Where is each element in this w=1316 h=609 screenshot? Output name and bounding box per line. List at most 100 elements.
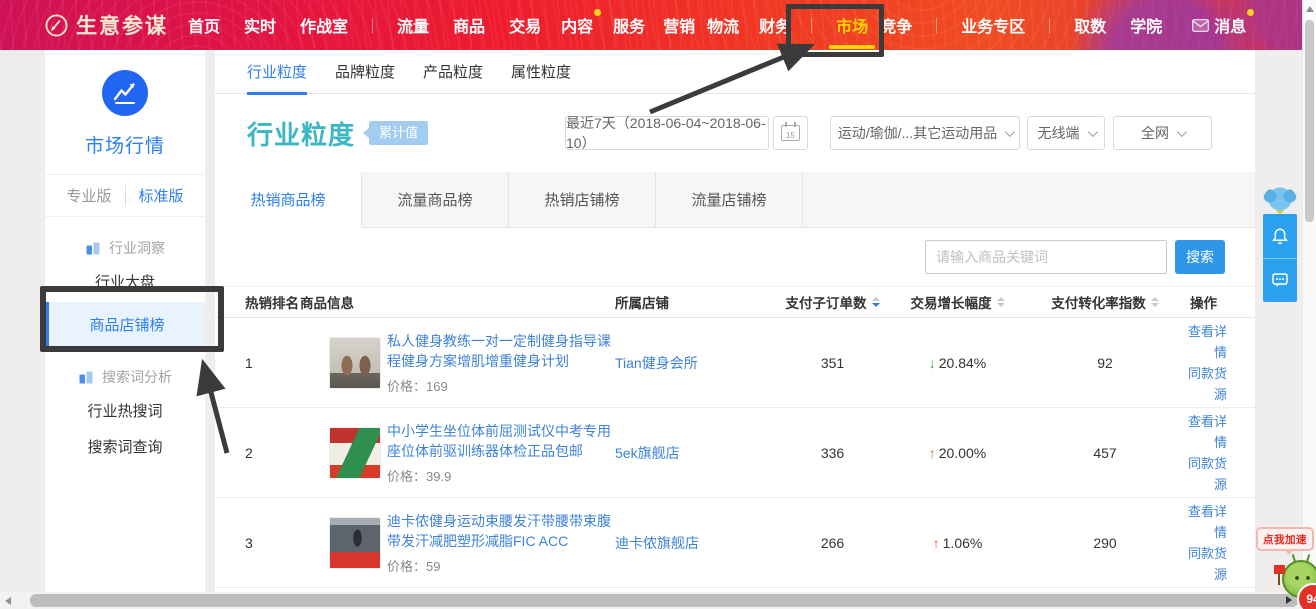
col-label: 交易增长幅度 xyxy=(911,292,992,312)
page-title: 行业粒度 xyxy=(247,115,355,152)
shop-link[interactable]: Tian健身会所 xyxy=(615,355,698,371)
nav-item-academy[interactable]: 学院 xyxy=(1130,0,1162,50)
sidebar-item-industry-overview[interactable]: 行业大盘 xyxy=(45,263,205,299)
product-title-link[interactable]: 中小学生坐位体前屈测试仪中考专用座位体前驱训练器体检正品包邮 xyxy=(387,421,615,461)
page: 生意参谋 首页 实时 作战室 流量 商品 交易 内容 服务 营销 物流 财务 市… xyxy=(0,0,1316,609)
nav-item-market[interactable]: 市场 xyxy=(836,0,868,50)
tab-attribute-granularity[interactable]: 属性粒度 xyxy=(511,50,571,94)
chevron-down-icon xyxy=(1087,127,1097,137)
tab-pro-version[interactable]: 专业版 xyxy=(53,185,124,206)
col-conversion-index[interactable]: 支付转化率指数 xyxy=(1030,292,1180,312)
feedback-button[interactable] xyxy=(1263,258,1297,303)
date-range-picker[interactable]: 最近7天（2018-06-04~2018-06-10） xyxy=(565,116,769,150)
nav-item-trade[interactable]: 交易 xyxy=(509,0,541,50)
tab-product-granularity[interactable]: 产品粒度 xyxy=(423,50,483,94)
nav-item-messages[interactable]: 消息 xyxy=(1192,0,1246,50)
sidebar-item-product-shop-rank[interactable]: 商品店铺榜 xyxy=(45,302,205,346)
nav-item-business-zone[interactable]: 业务专区 xyxy=(961,0,1025,50)
product-thumbnail[interactable] xyxy=(329,337,381,389)
category-dropdown-value: 运动/瑜伽/...其它运动用品 xyxy=(838,123,997,143)
title-row: 行业粒度 累计值 最近7天（2018-06-04~2018-06-10） 15 … xyxy=(215,94,1255,172)
scope-dropdown[interactable]: 全网 xyxy=(1113,116,1212,150)
chevron-down-icon xyxy=(1177,127,1187,137)
elephant-mascot xyxy=(1263,186,1297,214)
nav-item-data-fetch[interactable]: 取数 xyxy=(1074,0,1106,50)
view-detail-link[interactable]: 查看详情 xyxy=(1180,321,1227,363)
sidebar-item-search-word-query[interactable]: 搜索词查询 xyxy=(45,428,205,464)
nav-item-logistics[interactable]: 物流 xyxy=(707,0,739,50)
nav-item-warroom[interactable]: 作战室 xyxy=(300,0,348,50)
product-title-link[interactable]: 迪卡侬健身运动束腰发汗带腰带束腹带发汗减肥塑形减脂FIC ACC xyxy=(387,511,615,551)
calendar-button[interactable]: 15 xyxy=(773,116,808,150)
rank-tabs: 热销商品榜 流量商品榜 热销店铺榜 流量店铺榜 xyxy=(215,172,1255,228)
tab-industry-granularity[interactable]: 行业粒度 xyxy=(247,50,307,94)
nav-divider xyxy=(1049,18,1050,33)
same-supply-link[interactable]: 同款货源 xyxy=(1180,363,1227,405)
nav-item-realtime[interactable]: 实时 xyxy=(244,0,276,50)
app-logo-icon xyxy=(45,14,68,37)
vertical-scrollbar[interactable] xyxy=(1302,0,1316,592)
notifications-button[interactable] xyxy=(1263,214,1297,258)
search-input[interactable] xyxy=(925,240,1167,274)
chat-icon xyxy=(1271,271,1289,289)
trend-up-icon: ↑ xyxy=(933,535,940,551)
horizontal-scroll-thumb[interactable] xyxy=(30,594,1298,607)
nav-item-content[interactable]: 内容 xyxy=(561,0,593,50)
scope-dropdown-value: 全网 xyxy=(1141,123,1169,143)
trend-up-icon: ↑ xyxy=(929,445,936,461)
red-flag-icon xyxy=(1274,565,1285,574)
vertical-scroll-thumb[interactable] xyxy=(1305,20,1314,222)
tab-traffic-shop-rank[interactable]: 流量店铺榜 xyxy=(656,172,803,227)
same-supply-link[interactable]: 同款货源 xyxy=(1180,543,1227,585)
market-trend-icon xyxy=(102,70,148,116)
nav-item-home[interactable]: 首页 xyxy=(188,0,220,50)
growth-percent: 20.00% xyxy=(939,445,986,461)
nav-item-finance[interactable]: 财务 xyxy=(759,0,791,50)
building-icon xyxy=(85,240,101,256)
category-dropdown[interactable]: 运动/瑜伽/...其它运动用品 xyxy=(830,116,1020,150)
product-info: 迪卡侬健身运动束腰发汗带腰带束腹带发汗减肥塑形减脂FIC ACC 价格：59 xyxy=(300,511,615,575)
search-button[interactable]: 搜索 xyxy=(1175,240,1225,274)
chevron-down-icon xyxy=(1005,127,1015,137)
nav-item-service[interactable]: 服务 xyxy=(613,0,645,50)
col-growth[interactable]: 交易增长幅度 xyxy=(885,292,1030,312)
col-paid-suborders[interactable]: 支付子订单数 xyxy=(780,292,885,312)
scroll-up-arrow[interactable] xyxy=(1306,6,1314,12)
tab-hot-product-rank[interactable]: 热销商品榜 xyxy=(215,172,362,228)
col-label: 支付转化率指数 xyxy=(1051,292,1146,312)
envelope-icon xyxy=(1192,19,1209,32)
nav-item-compete[interactable]: 竞争 xyxy=(880,0,912,50)
nav-item-content-label: 内容 xyxy=(561,13,593,37)
conversion-value: 92 xyxy=(1030,355,1180,371)
sidebar-group-industry-insight: 行业洞察 xyxy=(45,233,205,263)
sidebar-item-hot-search-words[interactable]: 行业热搜词 xyxy=(45,392,205,428)
row-actions: 查看详情 同款货源 xyxy=(1180,501,1227,585)
scroll-left-arrow[interactable] xyxy=(5,597,11,605)
nav-item-marketing[interactable]: 营销 xyxy=(663,0,695,50)
tab-brand-granularity[interactable]: 品牌粒度 xyxy=(335,50,395,94)
collapse-arrow-icon[interactable] xyxy=(1286,596,1292,604)
conversion-value: 290 xyxy=(1030,535,1180,551)
sort-icons[interactable] xyxy=(997,297,1005,307)
granularity-tabs: 行业粒度 品牌粒度 产品粒度 属性粒度 xyxy=(215,50,1255,94)
product-title-link[interactable]: 私人健身教练一对一定制健身指导课程健身方案增肌增重健身计划 xyxy=(387,331,615,371)
product-thumbnail[interactable] xyxy=(329,517,381,569)
nav-item-product[interactable]: 商品 xyxy=(453,0,485,50)
view-detail-link[interactable]: 查看详情 xyxy=(1180,411,1227,453)
shop-link[interactable]: 迪卡侬旗舰店 xyxy=(615,535,699,551)
shop-link[interactable]: 5ek旗舰店 xyxy=(615,445,680,461)
speedup-bubble[interactable]: 点我加速 xyxy=(1256,527,1314,551)
terminal-dropdown[interactable]: 无线端 xyxy=(1027,116,1105,150)
sort-icons[interactable] xyxy=(1151,297,1159,307)
tab-traffic-product-rank[interactable]: 流量商品榜 xyxy=(362,172,509,227)
tab-standard-version[interactable]: 标准版 xyxy=(125,185,197,206)
horizontal-scrollbar[interactable] xyxy=(0,592,1302,609)
tab-hot-shop-rank[interactable]: 热销店铺榜 xyxy=(509,172,656,227)
view-detail-link[interactable]: 查看详情 xyxy=(1180,501,1227,543)
nav-item-traffic[interactable]: 流量 xyxy=(397,0,429,50)
same-supply-link[interactable]: 同款货源 xyxy=(1180,453,1227,495)
sort-icons[interactable] xyxy=(872,297,880,307)
product-thumbnail[interactable] xyxy=(329,427,381,479)
top-navbar: 生意参谋 首页 实时 作战室 流量 商品 交易 内容 服务 营销 物流 财务 市… xyxy=(0,0,1316,50)
table-row: 1 私人健身教练一对一定制健身指导课程健身方案增肌增重健身计划 价格：169 T… xyxy=(215,318,1255,408)
